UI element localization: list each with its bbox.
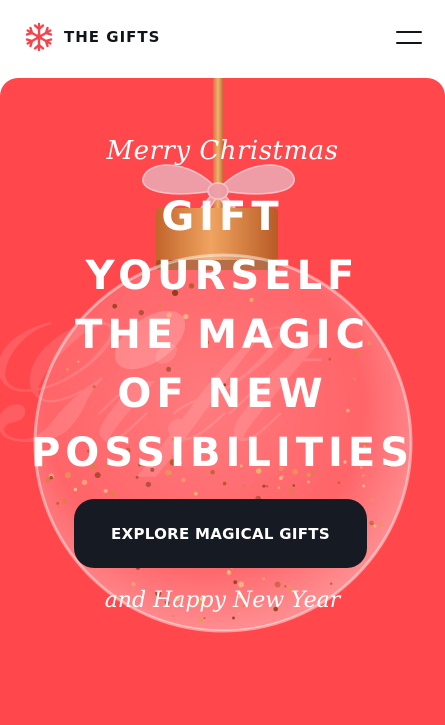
confetti-dot	[378, 521, 384, 527]
confetti-dot	[242, 484, 246, 488]
confetti-dot	[103, 488, 108, 493]
confetti-dot	[172, 614, 175, 617]
explore-gifts-button[interactable]: EXPLORE MAGICAL GIFTS	[74, 499, 367, 568]
confetti-dot	[61, 498, 67, 504]
confetti-dot	[73, 487, 78, 492]
site-header: THE GIFTS	[0, 0, 445, 78]
hero-headline: GIFT YOURSELF THE MAGIC OF NEW POSSIBILI…	[0, 188, 445, 483]
confetti-dot	[203, 617, 206, 620]
confetti-dot	[262, 484, 266, 488]
headline-line: OF NEW	[117, 371, 328, 417]
closing-text: and Happy New Year	[104, 588, 341, 613]
menu-line	[396, 31, 422, 33]
hamburger-menu-icon[interactable]	[396, 30, 422, 46]
confetti-dot	[56, 502, 60, 505]
confetti-dot	[292, 484, 296, 487]
confetti-dot	[233, 580, 238, 585]
confetti-dot	[277, 486, 281, 490]
confetti-dot	[131, 581, 136, 587]
brand-name: THE GIFTS	[64, 28, 161, 46]
confetti-dot	[371, 520, 374, 523]
confetti-dot	[370, 498, 374, 502]
confetti-dot	[373, 524, 377, 528]
confetti-dot	[288, 487, 294, 494]
greeting-text: Merry Christmas	[106, 136, 339, 166]
logo-link[interactable]: THE GIFTS	[24, 22, 160, 52]
confetti-dot	[330, 582, 333, 585]
confetti-dot	[265, 484, 269, 488]
menu-line	[396, 42, 422, 44]
snowflake-icon	[25, 22, 53, 52]
confetti-dot	[274, 581, 281, 588]
confetti-dot	[238, 581, 244, 588]
headline-line: POSSIBILITIES	[30, 430, 415, 476]
confetti-dot	[194, 491, 198, 496]
hero-section: 𝒢𝒾𝒻𝓉	[0, 78, 445, 725]
confetti-dot	[109, 491, 115, 497]
headline-line: THE MAGIC	[75, 312, 370, 358]
confetti-dot	[232, 616, 235, 620]
confetti-dot	[262, 577, 266, 581]
confetti-dot	[198, 617, 204, 623]
headline-line: YOURSELF	[85, 253, 360, 299]
headline-line: GIFT	[161, 194, 284, 240]
confetti-dot	[362, 484, 366, 488]
confetti-dot	[227, 570, 231, 574]
